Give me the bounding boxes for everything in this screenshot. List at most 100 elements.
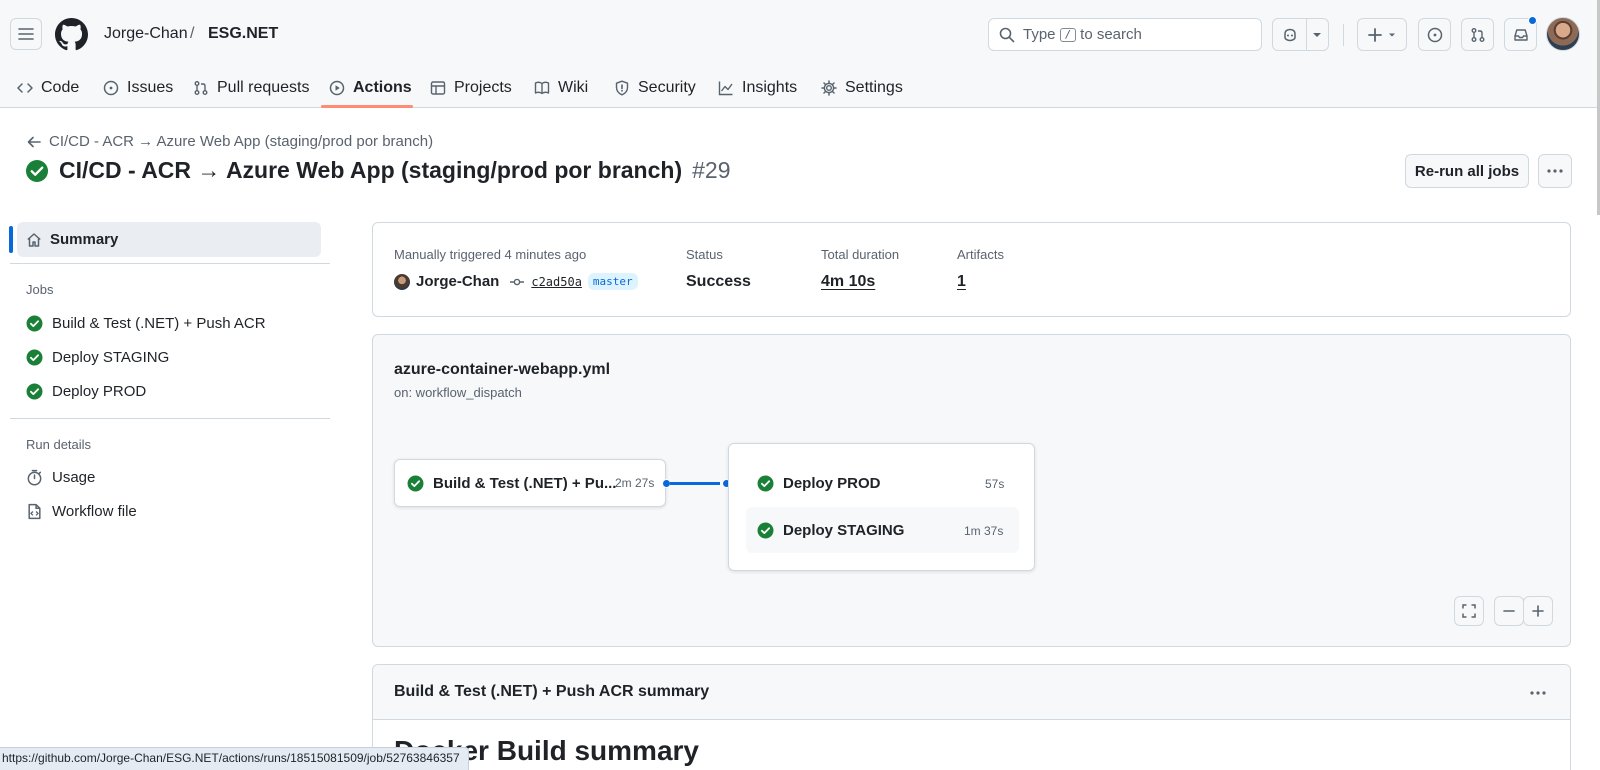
run-title-text: CI/CD - ACR → Azure Web App (staging/pro… (59, 157, 683, 183)
check-circle-fill-icon (407, 475, 424, 492)
create-new-button[interactable] (1357, 18, 1407, 51)
duration-link[interactable]: 4m 10s (821, 273, 875, 291)
tab-settings[interactable]: Settings (821, 68, 903, 108)
sidebar-item-summary[interactable]: Summary (17, 222, 321, 257)
screen-full-icon (1462, 604, 1476, 618)
github-logo-icon[interactable] (55, 18, 88, 51)
play-icon (329, 80, 345, 96)
graph-job-build[interactable]: Build & Test (.NET) + Pu... 2m 27s (394, 459, 666, 507)
sidebar-item-label: Deploy STAGING (52, 349, 170, 366)
inbox-icon (1513, 27, 1529, 43)
job-summary-header: Build & Test (.NET) + Push ACR summary (373, 665, 1570, 720)
tab-projects[interactable]: Projects (430, 68, 512, 108)
job-duration: 1m 37s (964, 524, 1004, 538)
tab-issues[interactable]: Issues (103, 68, 173, 108)
tab-pull-requests[interactable]: Pull requests (193, 68, 310, 108)
search-input[interactable]: Type / to search (988, 18, 1262, 51)
sidebar-job-staging[interactable]: Deploy STAGING (26, 349, 169, 366)
user-avatar[interactable] (1546, 17, 1580, 51)
breadcrumb-owner-link[interactable]: Jorge-Chan (104, 25, 188, 43)
your-pull-requests-button[interactable] (1461, 18, 1494, 51)
job-duration: 2m 27s (615, 476, 655, 490)
breadcrumb-separator: / (190, 25, 195, 42)
connector-line (670, 482, 720, 485)
split-divider (1306, 19, 1307, 50)
code-icon (17, 80, 33, 96)
sidebar-job-prod[interactable]: Deploy PROD (26, 383, 146, 400)
tab-wiki[interactable]: Wiki (534, 68, 588, 108)
sidebar-job-build[interactable]: Build & Test (.NET) + Push ACR (26, 315, 266, 332)
workflow-trigger: on: workflow_dispatch (394, 385, 522, 400)
top-header: Jorge-Chan / ESG.NET Type / to search Co… (0, 0, 1600, 108)
graph-job-prod[interactable]: Deploy PROD (757, 475, 881, 492)
check-circle-fill-icon (757, 522, 774, 539)
tab-insights[interactable]: Insights (718, 68, 797, 108)
tab-security[interactable]: Security (614, 68, 696, 108)
git-commit-icon (509, 277, 525, 287)
workflow-file-name: azure-container-webapp.yml (394, 361, 611, 378)
job-summary-title: Build & Test (.NET) + Push ACR summary (394, 683, 710, 700)
arrow-left-icon (27, 135, 41, 149)
commit-sha-link[interactable]: c2ad50a (531, 275, 582, 289)
table-icon (430, 80, 446, 96)
breadcrumb-repo-link[interactable]: ESG.NET (208, 25, 278, 43)
run-details-heading: Run details (26, 437, 92, 452)
sidebar-item-label: Build & Test (.NET) + Push ACR (52, 315, 266, 332)
zoom-out-button[interactable] (1494, 596, 1524, 626)
unread-indicator (1528, 16, 1537, 25)
tab-label: Insights (742, 79, 798, 96)
check-circle-fill-icon (26, 349, 43, 366)
shield-icon (614, 80, 630, 96)
sidebar-item-workflow-file[interactable]: Workflow file (26, 503, 137, 520)
sidebar-item-label: Deploy PROD (52, 383, 147, 400)
active-tab-indicator (321, 105, 413, 108)
tab-label: Projects (454, 79, 512, 96)
fullscreen-button[interactable] (1454, 596, 1484, 626)
issue-opened-icon (1427, 27, 1443, 43)
your-issues-button[interactable] (1418, 18, 1451, 51)
job-label: Build & Test (.NET) + Pu... (433, 475, 617, 492)
more-options-button[interactable] (1538, 154, 1572, 188)
trigger-details: Jorge-Chan c2ad50a master (394, 273, 638, 290)
tab-label: Issues (127, 79, 174, 96)
zoom-in-button[interactable] (1523, 596, 1553, 626)
sidebar-item-label: Workflow file (52, 503, 137, 520)
plus-icon (1368, 27, 1382, 42)
artifacts-label: Artifacts (957, 247, 1004, 262)
job-summary-options-button[interactable] (1523, 679, 1553, 707)
workflow-graph-card: azure-container-webapp.yml on: workflow_… (372, 334, 1571, 647)
duration-label: Total duration (821, 247, 900, 262)
link-preview-status-bar: https://github.com/Jorge-Chan/ESG.NET/ac… (0, 747, 469, 770)
copilot-button[interactable] (1272, 18, 1329, 51)
back-link-label: CI/CD - ACR → Azure Web App (staging/pro… (49, 133, 434, 150)
back-to-workflow-link[interactable]: CI/CD - ACR → Azure Web App (staging/pro… (27, 133, 433, 150)
tab-actions[interactable]: Actions (329, 68, 412, 108)
chevron-down-icon[interactable] (1312, 31, 1322, 39)
check-circle-fill-icon (25, 159, 49, 183)
job-label: Deploy STAGING (783, 522, 905, 539)
check-circle-fill-icon (26, 383, 43, 400)
home-icon (26, 232, 42, 248)
deploy-jobs-group: Deploy PROD 57s Deploy STAGING 1m 37s (728, 443, 1035, 571)
graph-icon (718, 80, 734, 96)
issue-opened-icon (103, 80, 119, 96)
search-shortcut-key: / (1059, 27, 1077, 42)
tab-label: Pull requests (217, 79, 310, 96)
rerun-all-jobs-button[interactable]: Re-run all jobs (1405, 154, 1529, 188)
sidebar-item-usage[interactable]: Usage (26, 469, 95, 486)
hamburger-icon (18, 26, 34, 42)
sidebar-item-label: Summary (50, 231, 119, 248)
artifacts-link[interactable]: 1 (957, 273, 966, 291)
check-circle-fill-icon (757, 475, 774, 492)
page-title: CI/CD - ACR → Azure Web App (staging/pro… (25, 157, 731, 184)
status-label: Status (686, 247, 723, 262)
sidebar-item-label: Usage (52, 469, 96, 486)
branch-tag[interactable]: master (587, 273, 638, 290)
actor-link[interactable]: Jorge-Chan (416, 273, 499, 290)
status-value: Success (686, 273, 751, 290)
copilot-icon (1282, 27, 1298, 43)
actor-avatar (394, 273, 410, 290)
menu-button[interactable] (10, 18, 42, 50)
tab-code[interactable]: Code (17, 68, 79, 108)
job-row: Build & Test (.NET) + Pu... (407, 475, 616, 492)
